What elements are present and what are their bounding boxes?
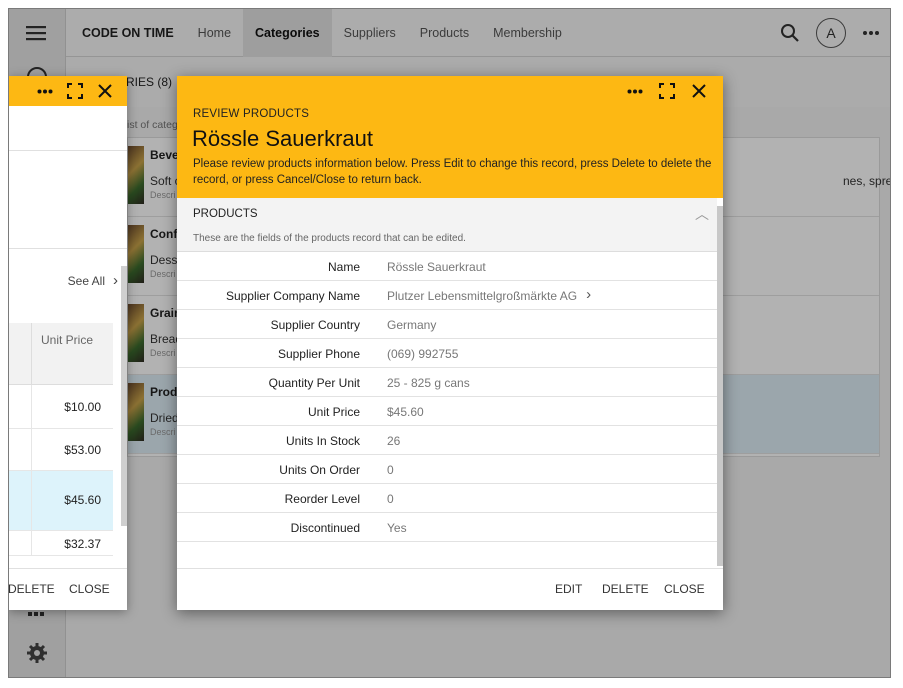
field-label: Quantity Per Unit <box>268 376 360 390</box>
background-dialog-footer: DELETE CLOSE <box>9 568 127 610</box>
close-icon[interactable] <box>691 83 707 99</box>
scrollbar[interactable] <box>121 266 127 526</box>
field-value: Germany <box>387 318 437 332</box>
field-row: Supplier Company Name Plutzer Lebensmitte… <box>177 281 717 310</box>
field-value: Plutzer Lebensmittelgroßmärkte AG <box>387 289 578 303</box>
dialog-header-actions <box>627 76 707 106</box>
fullscreen-icon[interactable] <box>659 83 675 99</box>
field-value: Rössle Sauerkraut <box>387 260 486 274</box>
dialog-instructions: Please review products information below… <box>193 158 712 186</box>
grid-header: Unit Price <box>9 323 113 385</box>
table-row[interactable]: $53.00 <box>9 429 113 471</box>
field-label: Supplier Phone <box>277 347 360 361</box>
dialog-footer: EDIT DELETE CLOSE <box>177 568 723 610</box>
close-icon[interactable] <box>97 83 113 99</box>
table-row[interactable]: $10.00 <box>9 385 113 429</box>
field-row: Supplier Phone (069) 992755 <box>177 339 717 368</box>
see-all-label: See All <box>67 274 105 288</box>
unit-price-cell: $32.37 <box>64 537 101 551</box>
field-row: Units On Order 0 <box>177 455 717 484</box>
supplier-link[interactable]: Plutzer Lebensmittelgroßmärkte AG › <box>387 286 591 303</box>
table-row[interactable]: $45.60 <box>9 471 113 531</box>
delete-button[interactable]: DELETE <box>602 582 649 596</box>
divider <box>9 248 127 249</box>
field-row: Units In Stock 26 <box>177 426 717 455</box>
delete-button[interactable]: DELETE <box>9 582 55 596</box>
field-value: 26 <box>387 434 401 448</box>
field-value: (069) 992755 <box>387 347 459 361</box>
more-icon[interactable] <box>627 89 643 94</box>
column-divider <box>31 429 32 470</box>
products-section-header[interactable]: PRODUCTS ︿ These are the fields of the p… <box>177 198 717 252</box>
field-value: Yes <box>387 521 407 535</box>
field-label: Supplier Company Name <box>225 289 360 303</box>
field-label: Discontinued <box>290 521 360 535</box>
field-row: Discontinued Yes <box>177 513 717 542</box>
field-row: Reorder Level 0 <box>177 484 717 513</box>
field-value: 0 <box>387 463 394 477</box>
field-value: 25 - 825 g cans <box>387 376 470 390</box>
background-dialog-header <box>9 76 127 106</box>
review-products-dialog: REVIEW PRODUCTS Rössle Sauerkraut Please… <box>177 76 723 610</box>
chevron-up-icon[interactable]: ︿ <box>695 204 709 224</box>
unit-price-cell: $45.60 <box>64 493 101 507</box>
column-divider <box>31 531 32 555</box>
column-divider <box>31 323 32 385</box>
unit-price-cell: $53.00 <box>64 443 101 457</box>
section-description: These are the fields of the products rec… <box>193 233 466 244</box>
table-row[interactable]: $32.37 <box>9 531 113 556</box>
field-row: Unit Price $45.60 <box>177 397 717 426</box>
app-window: CODE ON TIME Home Categories Suppliers P… <box>8 8 891 678</box>
field-label: Unit Price <box>307 405 360 419</box>
unit-price-cell: $10.00 <box>64 400 101 414</box>
dialog-header: REVIEW PRODUCTS Rössle Sauerkraut Please… <box>177 76 723 198</box>
products-grid: Unit Price $10.00 $53.00 $45.60 $32.37 <box>9 323 113 556</box>
field-label: Units In Stock <box>285 434 360 448</box>
field-label: Reorder Level <box>284 492 360 506</box>
field-row: Name Rössle Sauerkraut <box>177 252 717 281</box>
fullscreen-icon[interactable] <box>67 83 83 99</box>
field-value: 0 <box>387 492 394 506</box>
field-row: Quantity Per Unit 25 - 825 g cans <box>177 368 717 397</box>
scrollbar[interactable] <box>717 206 723 566</box>
record-title: Rössle Sauerkraut <box>192 126 373 151</box>
field-label: Name <box>327 260 360 274</box>
dialog-eyebrow: REVIEW PRODUCTS <box>193 108 310 120</box>
close-button[interactable]: CLOSE <box>664 582 705 596</box>
divider <box>9 150 127 151</box>
background-dialog: See All › Unit Price $10.00 $53.00 $45.60… <box>9 76 127 610</box>
see-all-link[interactable]: See All › <box>67 272 118 289</box>
column-divider <box>31 385 32 428</box>
edit-button[interactable]: EDIT <box>555 582 582 596</box>
chevron-right-icon: › <box>113 272 118 289</box>
field-label: Units On Order <box>279 463 360 477</box>
column-header-unit-price[interactable]: Unit Price <box>41 333 93 347</box>
background-dialog-actions <box>37 76 113 106</box>
column-divider <box>31 471 32 530</box>
section-title: PRODUCTS <box>193 208 258 220</box>
field-row: Supplier Country Germany <box>177 310 717 339</box>
field-label: Supplier Country <box>270 318 360 332</box>
field-value: $45.60 <box>387 405 424 419</box>
more-icon[interactable] <box>37 89 53 94</box>
close-button[interactable]: CLOSE <box>69 582 110 596</box>
chevron-right-icon: › <box>586 286 592 303</box>
